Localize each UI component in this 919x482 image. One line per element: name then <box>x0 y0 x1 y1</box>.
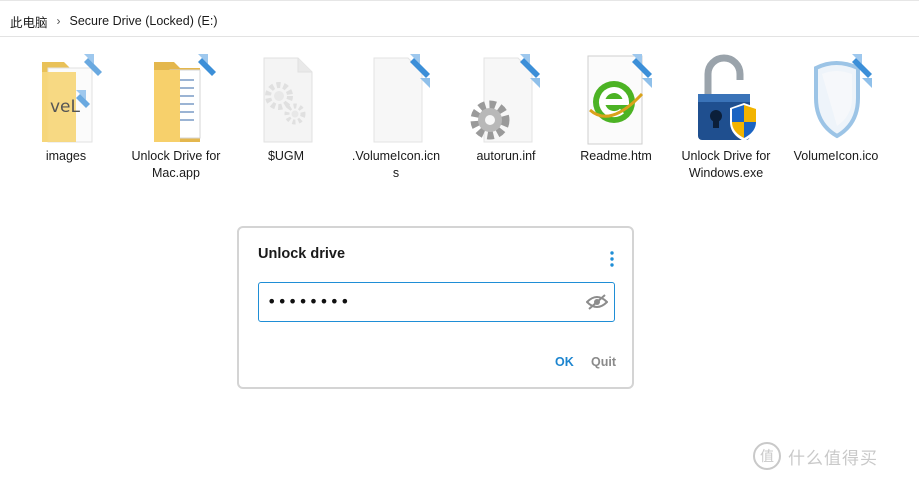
svg-text:值: 值 <box>760 449 774 465</box>
password-value: •••••••• <box>267 292 351 311</box>
file-list: veL images Unlock Drive for Mac.app $UGM… <box>0 50 919 210</box>
file-item-unlock-drive-mac[interactable]: Unlock Drive for Mac.app <box>126 50 226 182</box>
gear-file-icon <box>246 50 326 146</box>
watermark-text: 什么值得买 <box>788 448 878 468</box>
settings-file-icon <box>466 50 546 146</box>
file-label: $UGM <box>267 149 305 163</box>
watermark: 值 什么值得买 <box>752 440 912 472</box>
password-field[interactable]: •••••••• <box>258 282 615 322</box>
window-top-edge <box>0 0 919 5</box>
unlock-dialog: Unlock drive •••••••• OK Quit <box>237 226 634 389</box>
file-item-ugm[interactable]: $UGM <box>236 50 336 165</box>
file-label: Readme.htm <box>580 149 652 163</box>
blank-file-icon <box>356 50 436 146</box>
breadcrumb-drive[interactable]: Secure Drive (Locked) (E:) <box>70 14 218 28</box>
smzdm-logo-icon: 值 <box>753 442 781 470</box>
shield-icon <box>796 50 876 146</box>
file-label: VolumeIcon.ico <box>793 149 879 163</box>
file-item-volumeicon-ico[interactable]: VolumeIcon.ico <box>786 50 886 165</box>
padlock-shield-icon <box>686 50 766 146</box>
file-label: .VolumeIcon.icns <box>351 149 441 180</box>
file-item-volumeicon-icns[interactable]: .VolumeIcon.icns <box>346 50 446 182</box>
browser-file-icon <box>576 50 656 146</box>
file-label: autorun.inf <box>476 149 536 163</box>
file-label: Unlock Drive for Windows.exe <box>681 149 771 180</box>
svg-text:veL: veL <box>50 97 81 117</box>
quit-button[interactable]: Quit <box>591 355 616 369</box>
breadcrumb-separator[interactable]: › <box>57 14 61 28</box>
dialog-title: Unlock drive <box>258 246 346 262</box>
eye-slash-icon[interactable] <box>586 293 608 311</box>
folder-icon <box>136 50 216 146</box>
file-item-readme[interactable]: Readme.htm <box>566 50 666 165</box>
ok-button[interactable]: OK <box>555 355 574 369</box>
file-item-unlock-drive-windows[interactable]: Unlock Drive for Windows.exe <box>676 50 776 182</box>
folder-icon: veL <box>26 50 106 146</box>
address-bar[interactable]: 此电脑 › Secure Drive (Locked) (E:) <box>0 6 919 37</box>
more-options-icon[interactable] <box>610 251 614 267</box>
file-label: Unlock Drive for Mac.app <box>131 149 221 180</box>
file-label: images <box>45 149 87 163</box>
file-item-autorun[interactable]: autorun.inf <box>456 50 556 165</box>
file-item-images[interactable]: veL images <box>16 50 116 165</box>
breadcrumb-this-pc[interactable]: 此电脑 <box>10 12 48 31</box>
